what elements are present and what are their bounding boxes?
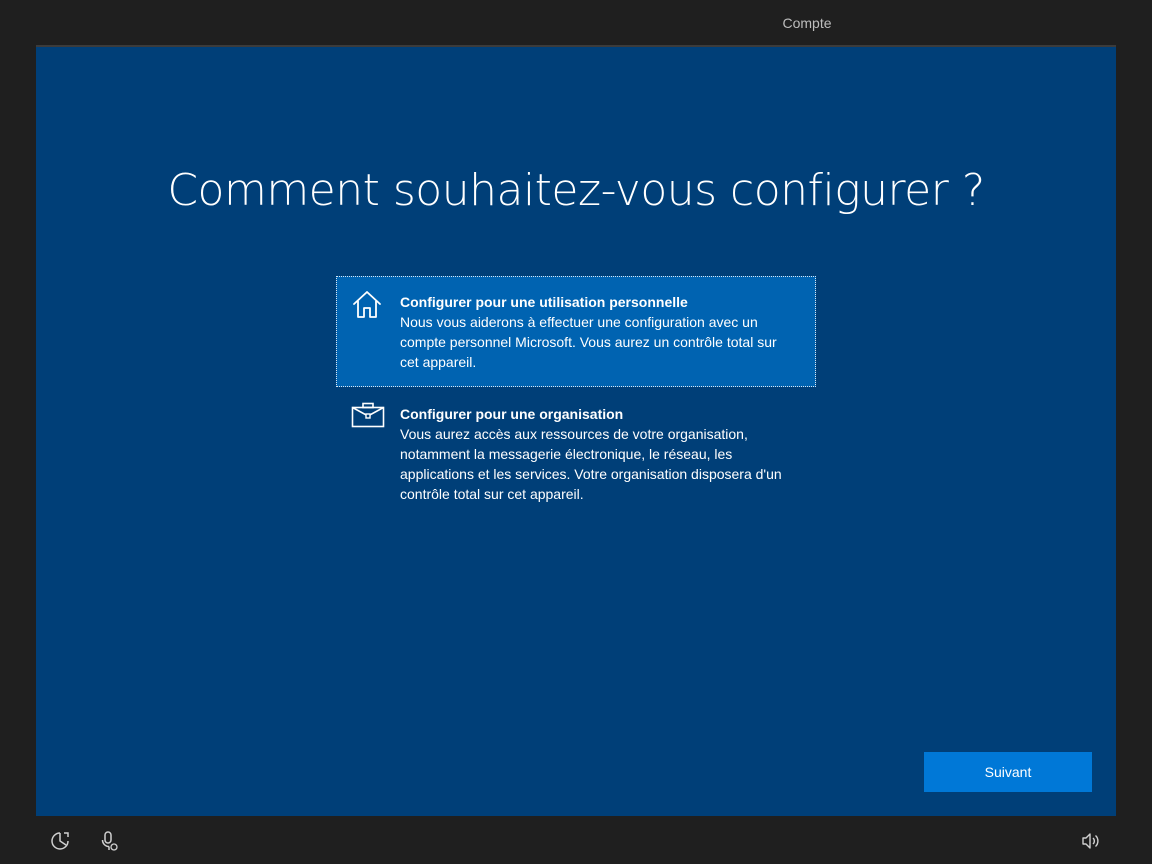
microphone-icon[interactable]	[98, 830, 120, 852]
option-description: Vous aurez accès aux ressources de votre…	[400, 426, 782, 502]
volume-icon[interactable]	[1080, 830, 1102, 852]
page-title: Comment souhaitez-vous configurer ?	[167, 165, 985, 216]
step-header: Compte	[0, 0, 1152, 47]
option-title: Configurer pour une organisation	[400, 406, 624, 422]
oobe-screen: Compte Comment souhaitez-vous configurer…	[0, 0, 1152, 864]
setup-panel: Comment souhaitez-vous configurer ? Conf…	[36, 47, 1116, 816]
option-organization[interactable]: Configurer pour une organisation Vous au…	[336, 388, 816, 518]
briefcase-icon	[351, 402, 385, 432]
accessibility-icon[interactable]	[49, 830, 71, 852]
home-icon	[351, 290, 383, 320]
step-tab-account: Compte	[704, 0, 910, 47]
next-button[interactable]: Suivant	[924, 752, 1092, 792]
option-personal-use[interactable]: Configurer pour une utilisation personne…	[336, 276, 816, 387]
step-tab-label: Compte	[782, 15, 832, 31]
option-description: Nous vous aiderons à effectuer une confi…	[400, 314, 777, 370]
option-title: Configurer pour une utilisation personne…	[400, 294, 688, 310]
